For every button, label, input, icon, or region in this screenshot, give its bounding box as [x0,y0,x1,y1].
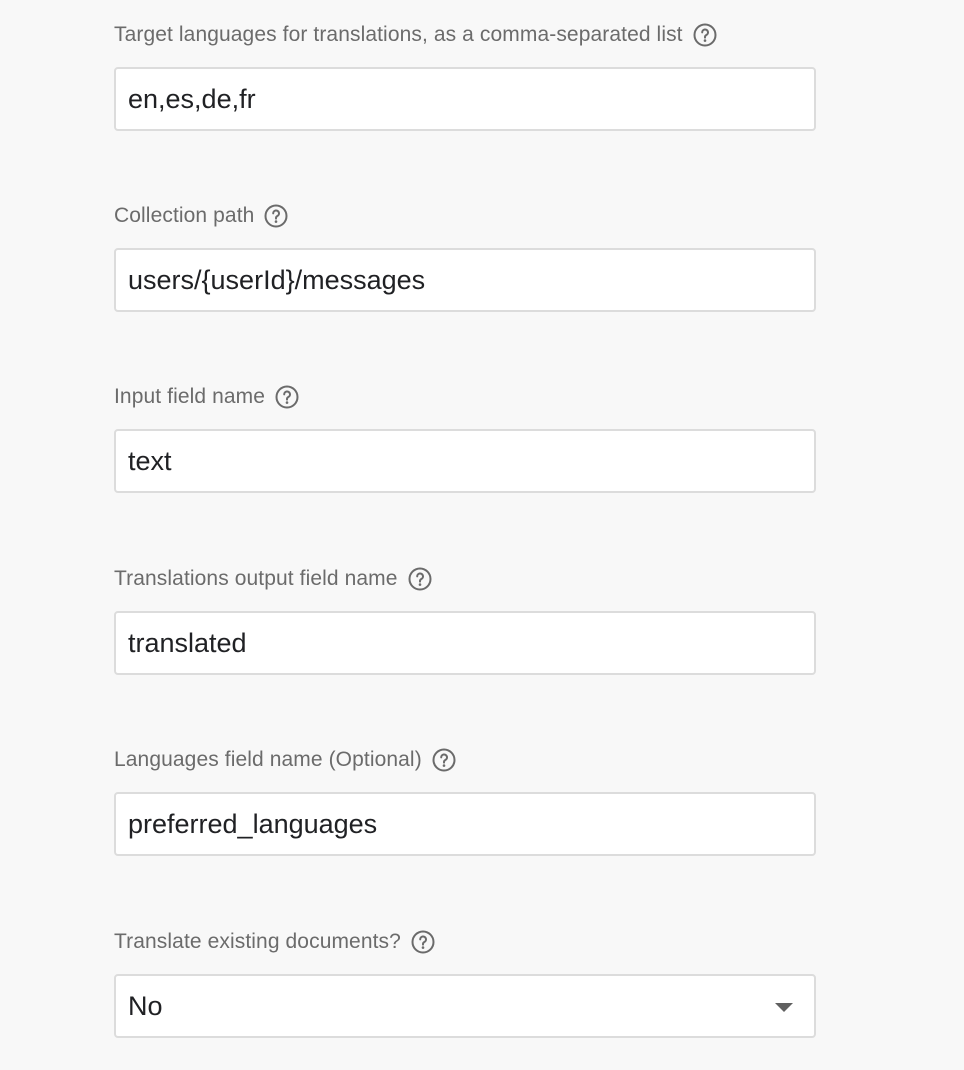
translations-output-input[interactable] [116,613,814,673]
collection-path-input[interactable] [116,250,814,310]
translate-existing-label: Translate existing documents? [114,930,401,953]
target-languages-input[interactable] [116,69,814,129]
target-languages-input-box [114,67,816,131]
input-field-name-input-box [114,429,816,493]
languages-field-name-input[interactable] [116,794,814,854]
extension-config-form: Target languages for translations, as a … [0,0,964,1070]
languages-field-name-label: Languages field name (Optional) [114,748,422,771]
field-label-row: Input field name [114,383,816,411]
field-label-row: Collection path [114,202,816,230]
question-circle-icon[interactable] [411,930,435,954]
input-field-name-input[interactable] [116,431,814,491]
field-label-row: Target languages for translations, as a … [114,21,816,49]
translate-existing-select[interactable]: No [114,974,816,1038]
languages-field-name-input-box [114,792,816,856]
translations-output-label: Translations output field name [114,567,398,590]
field-label-row: Translations output field name [114,565,816,593]
select-selected-value: No [128,991,163,1021]
dropdown-arrow-icon[interactable] [775,1003,793,1012]
collection-path-field: Collection path [114,202,816,312]
translate-existing-field: Translate existing documents? No [114,928,816,1038]
input-field-name-label: Input field name [114,385,266,408]
languages-field-name-field: Languages field name (Optional) [114,746,816,856]
field-label-row: Languages field name (Optional) [114,746,816,774]
question-circle-icon[interactable] [693,23,717,47]
input-field-name-field: Input field name [114,383,816,493]
question-circle-icon[interactable] [408,567,432,591]
translations-output-field: Translations output field name [114,565,816,675]
target-languages-field: Target languages for translations, as a … [114,21,816,131]
collection-path-input-box [114,248,816,312]
question-circle-icon[interactable] [275,385,299,409]
target-languages-label: Target languages for translations, as a … [114,23,683,46]
question-circle-icon[interactable] [264,204,288,228]
translations-output-input-box [114,611,816,675]
collection-path-label: Collection path [114,204,255,227]
question-circle-icon[interactable] [432,748,456,772]
field-label-row: Translate existing documents? [114,928,816,956]
